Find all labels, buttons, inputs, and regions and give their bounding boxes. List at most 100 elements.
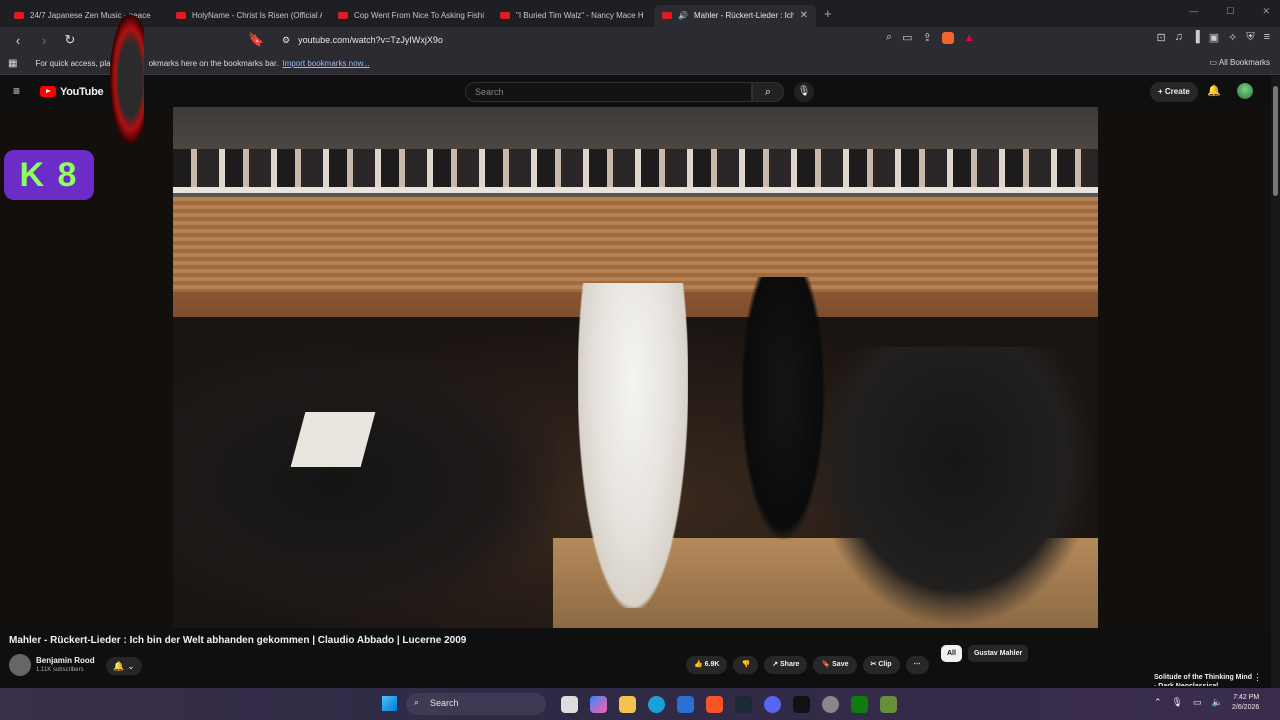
browser-toolbar: ⊡ ♫ ▐ ▣ ✧ ⛨ ≡ <box>1156 31 1270 44</box>
address-bar-row: ‹ › ↻ 🔖 ⚙ youtube.com/watch?v=TzJyIWxjX9… <box>0 27 1280 53</box>
search-icon: ⌕ <box>414 697 420 707</box>
channel-avatar[interactable] <box>9 654 31 676</box>
brave-icon[interactable] <box>706 696 723 713</box>
windows-start-icon[interactable] <box>382 696 397 711</box>
video-title: Mahler - Rückert-Lieder : Ich bin der We… <box>9 635 467 646</box>
chip-all[interactable]: All <box>941 645 962 662</box>
hamburger-menu-icon[interactable]: ≡ <box>13 84 20 98</box>
folder-icon: ▭ <box>1209 58 1219 67</box>
subscribe-bell-button[interactable]: 🔔 ⌄ <box>106 657 142 675</box>
browser-tab-active[interactable]: 🔊 Mahler - Rückert-Lieder : Ich ✕ <box>654 4 816 27</box>
recommended-video-title[interactable]: Solitude of the Thinking Mind - Dark Neo… <box>1154 673 1254 686</box>
create-label: Create <box>1164 87 1190 96</box>
voice-search-button[interactable]: 🎙 <box>794 82 814 102</box>
browser-tab[interactable]: 24/7 Japanese Zen Music - peace <box>6 5 168 27</box>
search-input[interactable]: Search <box>465 82 752 102</box>
bookmarks-bar: ▦ For quick access, pla okmarks here on … <box>0 53 1280 75</box>
save-button[interactable]: 🔖 Save <box>813 656 857 674</box>
more-actions-button[interactable]: ⋯ <box>905 656 929 674</box>
plus-icon: + <box>1158 87 1165 96</box>
speaker-icon[interactable]: 🔊 <box>678 11 688 20</box>
clip-label: Clip <box>878 661 892 668</box>
zoom-icon[interactable]: ⌕ <box>886 31 892 44</box>
youtube-icon <box>500 12 510 19</box>
search-button[interactable]: ⌕ <box>752 82 784 102</box>
video-frame[interactable] <box>173 107 1098 628</box>
scrollbar-thumb[interactable] <box>1273 86 1278 196</box>
display-icon[interactable]: ▭ <box>1193 697 1202 708</box>
dislike-button[interactable]: 👎 <box>733 656 759 674</box>
file-explorer-icon[interactable] <box>619 696 636 713</box>
url-field[interactable]: ⚙ youtube.com/watch?v=TzJyIWxjX9o <box>282 31 443 49</box>
account-avatar[interactable] <box>1237 83 1253 99</box>
subscriber-count: 1.11K subscribers <box>36 667 84 673</box>
more-icon: ⋯ <box>913 661 921 668</box>
site-info-icon[interactable]: ⚙ <box>282 35 290 46</box>
youtube-masthead: ≡ YouTube Search ⌕ 🎙 + Create 🔔 <box>0 76 1280 107</box>
balcony-rail <box>173 187 1098 193</box>
filter-chips: All Gustav Mahler <box>941 645 1029 662</box>
close-tab-icon[interactable]: ✕ <box>800 10 808 21</box>
like-button[interactable]: 👍 6.9K <box>686 656 728 674</box>
xbox-icon[interactable] <box>851 696 868 713</box>
edge-icon[interactable] <box>648 696 665 713</box>
menu-icon[interactable]: ≡ <box>1264 31 1270 44</box>
video-actions: 👍 6.9K 👎 ↗ Share 🔖 Save ✂ Clip ⋯ <box>686 656 929 674</box>
maximize-icon[interactable]: ☐ <box>1226 6 1234 17</box>
copilot-icon[interactable] <box>590 696 607 713</box>
wood-panel-wall <box>173 197 1098 292</box>
share-button[interactable]: ↗ Share <box>764 656 808 674</box>
browser-tab[interactable]: HolyName - Christ Is Risen (Official A <box>168 5 330 27</box>
all-bookmarks-button[interactable]: ▭ All Bookmarks <box>1210 58 1270 67</box>
like-count: 6.9K <box>704 661 720 668</box>
youtube-play-icon <box>40 86 56 97</box>
cast-icon[interactable]: ▭ <box>902 31 912 44</box>
youtube-logo[interactable]: YouTube <box>40 86 104 98</box>
video-player[interactable] <box>0 107 1270 628</box>
discord-icon[interactable] <box>764 696 781 713</box>
page-scrollbar[interactable] <box>1271 76 1280 688</box>
notifications-icon[interactable]: 🔔 <box>1207 84 1221 97</box>
task-view-icon[interactable] <box>561 696 578 713</box>
video-info: Mahler - Rückert-Lieder : Ich bin der We… <box>0 628 1280 688</box>
music-stand <box>290 412 376 467</box>
mail-icon[interactable] <box>677 696 694 713</box>
chevron-up-icon[interactable]: ⌃ <box>1154 697 1162 708</box>
new-tab-button[interactable]: + <box>824 6 832 21</box>
reload-icon[interactable]: ↻ <box>62 32 78 48</box>
clock-time: 7:42 PM <box>1233 694 1260 701</box>
more-vert-icon[interactable]: ⋮ <box>1253 672 1262 683</box>
back-icon[interactable]: ‹ <box>10 33 26 48</box>
sidebar-icon[interactable]: ▐ <box>1192 31 1200 44</box>
close-window-icon[interactable]: ✕ <box>1262 6 1270 17</box>
apps-icon[interactable]: ▦ <box>8 58 17 69</box>
taskbar-search-label: Search <box>430 698 459 708</box>
minimize-icon[interactable]: — <box>1189 6 1198 17</box>
taskbar-clock[interactable]: 7:42 PM 2/6/2026 <box>1232 693 1259 713</box>
channel-name[interactable]: Benjamin Rood <box>36 656 95 665</box>
wallet-icon[interactable]: ▣ <box>1209 31 1219 44</box>
brave-shields-icon[interactable] <box>941 31 954 44</box>
vpn-icon[interactable]: ⛨ <box>1246 31 1254 44</box>
import-bookmarks-link[interactable]: Import bookmarks now... <box>282 59 369 68</box>
microphone-tray-icon[interactable]: 🎙 <box>1172 697 1183 708</box>
taskbar-search[interactable]: ⌕ Search <box>406 693 546 715</box>
bookmark-icon[interactable]: 🔖 <box>248 32 264 48</box>
forward-icon[interactable]: › <box>36 33 52 48</box>
leo-icon[interactable]: ✧ <box>1228 31 1237 44</box>
browser-tab[interactable]: Cop Went From Nice To Asking Fishi <box>330 5 492 27</box>
screenshot-icon[interactable]: ⊡ <box>1156 31 1165 44</box>
mic-icon: 🎙 <box>797 86 811 97</box>
volume-icon[interactable]: 🔈 <box>1212 697 1223 708</box>
create-button[interactable]: + Create <box>1150 82 1198 102</box>
terminal-icon[interactable] <box>793 696 810 713</box>
share-page-icon[interactable]: ⇪ <box>923 31 932 44</box>
chip-gustav-mahler[interactable]: Gustav Mahler <box>967 645 1029 662</box>
brave-rewards-icon[interactable]: ▲ <box>964 32 975 44</box>
chrome-icon[interactable] <box>822 696 839 713</box>
media-icon[interactable]: ♫ <box>1175 31 1183 44</box>
clip-button[interactable]: ✂ Clip <box>862 656 900 674</box>
browser-tab[interactable]: "I Buried Tim Walz" - Nancy Mace H <box>492 5 654 27</box>
steam-icon[interactable] <box>735 696 752 713</box>
minecraft-icon[interactable] <box>880 696 897 713</box>
